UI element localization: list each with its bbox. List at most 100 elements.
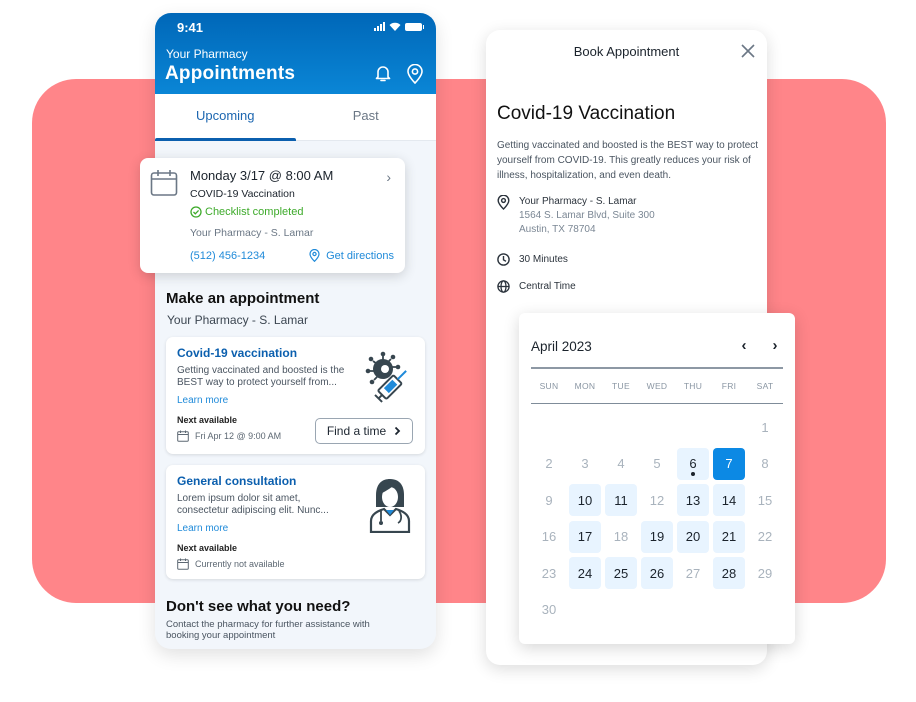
calendar-day-number: 28 — [721, 565, 737, 581]
doctor-icon — [369, 479, 411, 533]
checklist-status: Checklist completed — [190, 206, 303, 218]
calendar-day-number: 15 — [757, 492, 773, 508]
service-description: Getting vaccinated and boosted is the BE… — [497, 140, 759, 181]
battery-icon — [405, 22, 424, 31]
signal-icon — [374, 22, 385, 31]
calendar-day-26[interactable]: 26 — [641, 557, 673, 589]
calendar-day-25[interactable]: 25 — [605, 557, 637, 589]
phone-appointments-screen: 9:41 Your Pharmacy Appointments Upcoming… — [155, 13, 436, 649]
calendar-day-10[interactable]: 10 — [569, 484, 601, 516]
calendar-day-7[interactable]: 7 — [713, 447, 745, 480]
calendar-day-21[interactable]: 21 — [713, 520, 745, 553]
clock-icon — [497, 253, 510, 266]
location-info: Your Pharmacy - S. Lamar 1564 S. Lamar B… — [497, 195, 655, 237]
calendar-day-11[interactable]: 11 — [605, 484, 637, 516]
dont-see-heading: Don't see what you need? — [166, 598, 351, 615]
calendar-day-9: 9 — [533, 484, 565, 516]
calendar-day-28[interactable]: 28 — [713, 557, 745, 589]
calendar-icon — [177, 430, 189, 442]
get-directions-text: Get directions — [326, 249, 394, 262]
make-appointment-heading: Make an appointment — [166, 290, 320, 307]
calendar-day-17[interactable]: 17 — [569, 520, 601, 553]
next-available-label: Next available — [177, 543, 238, 553]
globe-icon — [497, 280, 510, 293]
appointment-type: COVID-19 Vaccination — [190, 188, 295, 200]
status-icons — [374, 22, 424, 31]
previous-month-button[interactable]: ‹ — [736, 337, 752, 354]
checklist-status-text: Checklist completed — [205, 206, 304, 218]
calendar-divider — [531, 367, 783, 369]
calendar-day-27: 27 — [677, 557, 709, 589]
learn-more-link[interactable]: Learn more — [177, 395, 228, 406]
learn-more-link[interactable]: Learn more — [177, 523, 228, 534]
calendar-day-number: 12 — [649, 492, 665, 508]
next-month-button[interactable]: › — [767, 337, 783, 354]
calendar-day-number: 23 — [541, 565, 557, 581]
location-pin-icon — [497, 195, 510, 210]
calendar-day-number: 6 — [689, 456, 697, 471]
calendar-day-number: 19 — [649, 529, 665, 544]
service-card-covid: Covid-19 vaccination Getting vaccinated … — [166, 337, 425, 454]
get-directions-link[interactable]: Get directions — [309, 249, 394, 262]
find-a-time-label: Find a time — [326, 424, 387, 438]
location-pin-icon[interactable] — [406, 64, 424, 84]
calendar-day-number: 5 — [653, 456, 661, 471]
close-icon[interactable] — [739, 42, 757, 60]
tab-upcoming[interactable]: Upcoming — [155, 94, 296, 141]
calendar-icon — [150, 170, 178, 196]
chevron-right-icon: › — [386, 169, 391, 185]
app-header: 9:41 Your Pharmacy Appointments — [155, 13, 436, 94]
duration-text: 30 Minutes — [519, 254, 568, 265]
calendar-day-number: 16 — [541, 529, 557, 544]
calendar-day-24[interactable]: 24 — [569, 557, 601, 589]
pharmacy-label: Your Pharmacy — [166, 47, 248, 61]
calendar-day-14[interactable]: 14 — [713, 484, 745, 516]
next-available-value: Currently not available — [177, 558, 285, 570]
weekday-header-fri: FRI — [721, 381, 737, 391]
calendar-day-number: 8 — [761, 456, 769, 471]
calendar-day-number: 26 — [649, 565, 665, 581]
calendar-day-number: 30 — [541, 602, 557, 617]
calendar-day-number: 3 — [581, 456, 589, 471]
bell-icon[interactable] — [374, 64, 392, 83]
address-line-1: 1564 S. Lamar Blvd, Suite 300 — [519, 210, 655, 221]
calendar-day-number: 17 — [577, 529, 593, 544]
calendar-day-number: 7 — [725, 456, 733, 471]
calendar-day-12: 12 — [641, 484, 673, 516]
upcoming-appointment-card[interactable]: Monday 3/17 @ 8:00 AM › COVID-19 Vaccina… — [140, 158, 405, 273]
calendar-day-4: 4 — [605, 448, 637, 480]
weekday-header-tue: TUE — [612, 381, 630, 391]
make-appointment-location: Your Pharmacy - S. Lamar — [167, 313, 308, 327]
calendar-day-20[interactable]: 20 — [677, 520, 709, 553]
calendar-day-8: 8 — [749, 448, 781, 480]
tab-past[interactable]: Past — [296, 94, 437, 140]
calendar-day-number: 10 — [577, 492, 593, 508]
calendar-day-6[interactable]: 6 — [677, 447, 709, 480]
calendar-day-13[interactable]: 13 — [677, 484, 709, 516]
panel-title: Book Appointment — [573, 44, 680, 59]
service-title[interactable]: General consultation — [177, 474, 296, 488]
duration-info: 30 Minutes — [497, 253, 568, 267]
calendar-day-number: 20 — [685, 529, 701, 544]
pharmacy-phone-link[interactable]: (512) 456-1234 — [190, 250, 265, 262]
service-title[interactable]: Covid-19 vaccination — [177, 346, 297, 360]
calendar-day-29: 29 — [749, 557, 781, 589]
calendar-day-number: 9 — [545, 492, 553, 508]
timezone-info: Central Time — [497, 280, 576, 294]
appointment-tabs: Upcoming Past — [155, 94, 436, 141]
calendar-day-19[interactable]: 19 — [641, 520, 673, 553]
weekday-header-mon: MON — [574, 381, 596, 391]
address-line-2: Austin, TX 78704 — [519, 224, 596, 235]
dont-see-text: Contact the pharmacy for further assista… — [166, 619, 370, 641]
calendar-day-number: 4 — [617, 456, 625, 471]
appointment-datetime: Monday 3/17 @ 8:00 AM — [190, 168, 334, 183]
calendar-day-number: 29 — [757, 565, 773, 581]
service-card-consultation: General consultation Lorem ipsum dolor s… — [166, 465, 425, 579]
calendar-day-number: 18 — [613, 529, 629, 544]
page-title: Appointments — [165, 63, 296, 84]
calendar-day-number: 25 — [613, 565, 629, 581]
weekday-header-sun: SUN — [539, 381, 559, 391]
find-a-time-button[interactable]: Find a time — [315, 418, 413, 444]
calendar-day-15: 15 — [749, 484, 781, 516]
calendar-day-30: 30 — [533, 594, 565, 626]
